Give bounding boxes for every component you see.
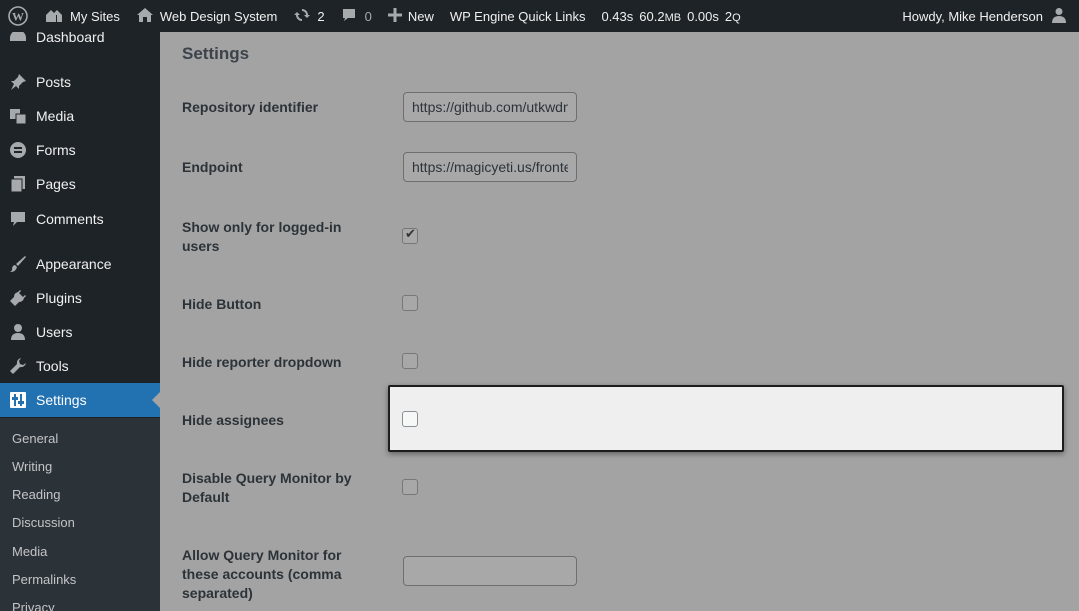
hide-reporter-label: Hide reporter dropdown bbox=[182, 354, 342, 370]
allow-query-monitor-accounts-input[interactable] bbox=[403, 556, 577, 586]
disable-qm-label: Disable Query Monitor by Default bbox=[182, 470, 352, 505]
sidebar-item-label: Tools bbox=[36, 358, 69, 374]
qm-memory: 60.2MB bbox=[639, 9, 681, 24]
qm-queries: 2Q bbox=[725, 9, 741, 24]
site-name-label: Web Design System bbox=[159, 8, 278, 24]
sidebar-item-tools[interactable]: Tools bbox=[0, 349, 160, 383]
admin-sidebar: Dashboard Posts Media Forms Pages Commen… bbox=[0, 32, 160, 611]
sidebar-item-label: Forms bbox=[36, 142, 76, 158]
hide-button-label: Hide Button bbox=[182, 296, 262, 312]
qm-memory-value: 60.2 bbox=[639, 8, 665, 24]
submenu-item-permalinks[interactable]: Permalinks bbox=[12, 572, 76, 587]
sidebar-item-plugins[interactable]: Plugins bbox=[0, 281, 160, 315]
submenu-item-media[interactable]: Media bbox=[12, 544, 47, 559]
pin-icon bbox=[0, 73, 36, 91]
active-menu-arrow bbox=[152, 392, 160, 408]
sidebar-item-users[interactable]: Users bbox=[0, 315, 160, 349]
hide-reporter-dropdown-checkbox[interactable] bbox=[402, 353, 418, 369]
highlighted-field-panel bbox=[388, 385, 1064, 452]
qm-time: 0.43s bbox=[601, 8, 634, 24]
sidebar-item-label: Appearance bbox=[36, 256, 112, 272]
settings-content: Settings Repository identifier Endpoint … bbox=[160, 32, 1079, 611]
new-content-menu[interactable]: New bbox=[380, 0, 442, 32]
my-account-menu[interactable]: Howdy, Mike Henderson bbox=[894, 0, 1079, 32]
plus-icon bbox=[387, 7, 402, 25]
sidebar-item-settings[interactable]: Settings bbox=[0, 383, 160, 417]
sidebar-item-label: Media bbox=[36, 108, 75, 124]
comments-menu[interactable]: 0 bbox=[333, 0, 380, 32]
qm-db-time: 0.00s bbox=[687, 8, 719, 24]
my-sites-icon bbox=[44, 7, 64, 26]
comment-bubble-icon bbox=[341, 7, 357, 26]
settings-icon bbox=[0, 391, 36, 409]
submenu-item-reading[interactable]: Reading bbox=[12, 487, 60, 502]
pages-icon bbox=[0, 175, 36, 193]
qm-queries-unit: Q bbox=[732, 11, 741, 24]
sidebar-item-label: Users bbox=[36, 324, 73, 340]
user-icon bbox=[0, 323, 36, 341]
avatar-icon bbox=[1051, 7, 1067, 26]
my-sites-menu[interactable]: My Sites bbox=[36, 0, 128, 32]
repo-label: Repository identifier bbox=[182, 99, 319, 115]
sidebar-item-dashboard[interactable]: Dashboard bbox=[0, 32, 160, 54]
hide-button-checkbox[interactable] bbox=[402, 295, 418, 311]
home-icon bbox=[136, 7, 154, 26]
disable-query-monitor-checkbox[interactable] bbox=[402, 479, 418, 495]
endpoint-input[interactable] bbox=[403, 152, 577, 182]
plug-icon bbox=[0, 289, 36, 307]
dashboard-icon bbox=[0, 32, 36, 46]
hide-assignees-label: Hide assignees bbox=[182, 412, 284, 428]
media-icon bbox=[0, 107, 36, 125]
comment-icon bbox=[0, 210, 36, 228]
new-label: New bbox=[407, 8, 434, 24]
sidebar-item-label: Dashboard bbox=[36, 32, 105, 45]
sidebar-item-comments[interactable]: Comments bbox=[0, 202, 160, 236]
my-sites-label: My Sites bbox=[70, 8, 120, 24]
site-name-menu[interactable]: Web Design System bbox=[128, 0, 286, 32]
admin-bar: W My Sites Web Design System 2 0 New WP … bbox=[0, 0, 1079, 32]
submenu-item-general[interactable]: General bbox=[12, 431, 58, 446]
sidebar-item-label: Pages bbox=[36, 176, 76, 192]
sidebar-item-posts[interactable]: Posts bbox=[0, 65, 160, 99]
submenu-item-writing[interactable]: Writing bbox=[12, 459, 52, 474]
svg-text:W: W bbox=[12, 10, 24, 24]
qm-memory-unit: MB bbox=[664, 11, 682, 24]
brush-icon bbox=[0, 255, 36, 273]
hide-assignees-checkbox[interactable] bbox=[402, 411, 418, 427]
logged-in-only-checkbox[interactable] bbox=[402, 227, 418, 244]
comments-count: 0 bbox=[364, 8, 372, 24]
wp-engine-quick-links[interactable]: WP Engine Quick Links bbox=[442, 0, 594, 32]
sidebar-item-label: Posts bbox=[36, 74, 72, 90]
updates-menu[interactable]: 2 bbox=[285, 0, 332, 32]
wrench-icon bbox=[0, 357, 36, 375]
howdy-label: Howdy, Mike Henderson bbox=[902, 8, 1043, 24]
wordpress-logo-icon[interactable]: W bbox=[0, 0, 36, 32]
sidebar-item-media[interactable]: Media bbox=[0, 99, 160, 133]
page-title: Settings bbox=[182, 44, 250, 63]
sidebar-item-label: Settings bbox=[36, 392, 87, 408]
query-monitor-menu[interactable]: 0.43s 60.2MB 0.00s 2Q bbox=[593, 0, 748, 32]
updates-icon bbox=[293, 7, 311, 26]
repository-identifier-input[interactable] bbox=[403, 92, 577, 122]
sidebar-item-appearance[interactable]: Appearance bbox=[0, 247, 160, 281]
sidebar-item-forms[interactable]: Forms bbox=[0, 133, 160, 167]
submenu-item-discussion[interactable]: Discussion bbox=[12, 515, 75, 530]
logged-in-label: Show only for logged-in users bbox=[182, 219, 342, 254]
sidebar-item-pages[interactable]: Pages bbox=[0, 167, 160, 201]
sidebar-item-label: Plugins bbox=[36, 290, 82, 306]
submenu-item-privacy[interactable]: Privacy bbox=[12, 600, 55, 611]
forms-icon bbox=[0, 141, 36, 159]
settings-submenu: General Writing Reading Discussion Media… bbox=[0, 418, 160, 611]
sidebar-item-label: Comments bbox=[36, 211, 104, 227]
updates-count: 2 bbox=[317, 8, 325, 24]
allow-qm-label: Allow Query Monitor for these accounts (… bbox=[182, 547, 342, 601]
wp-engine-label: WP Engine Quick Links bbox=[449, 8, 586, 24]
endpoint-label: Endpoint bbox=[182, 159, 243, 175]
